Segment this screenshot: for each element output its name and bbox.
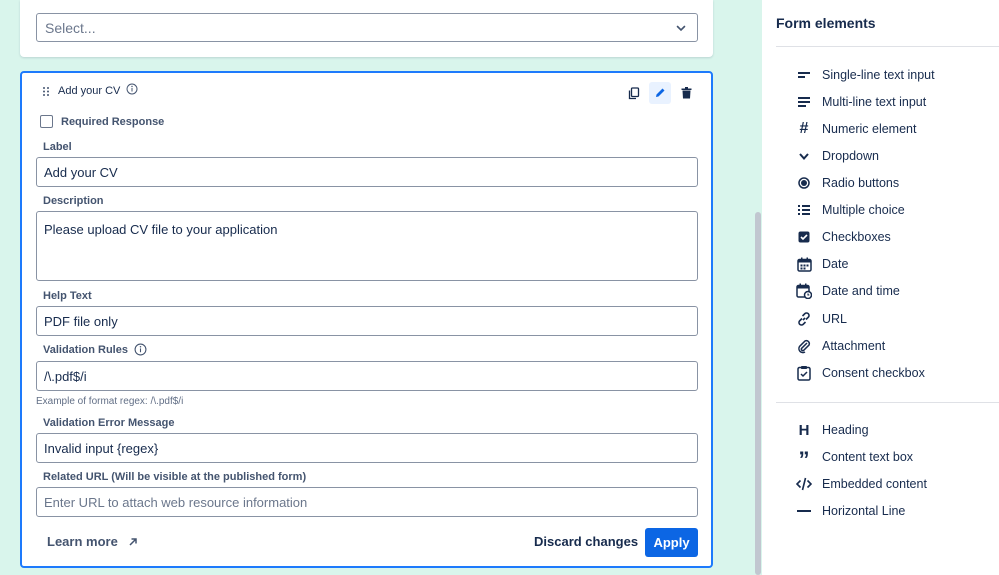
heading-icon: H — [796, 422, 812, 438]
element-date[interactable]: Date — [796, 256, 848, 272]
element-horizontal-line[interactable]: Horizontal Line — [796, 503, 905, 519]
learn-more-link[interactable]: Learn more — [47, 534, 138, 549]
delete-button[interactable] — [675, 82, 697, 104]
paperclip-icon — [796, 338, 812, 354]
error-message-input[interactable]: Invalid input {regex} — [36, 433, 698, 463]
element-checkboxes[interactable]: Checkboxes — [796, 229, 891, 245]
link-icon — [796, 311, 812, 327]
edit-button[interactable] — [649, 82, 671, 104]
label-title: Label — [43, 141, 72, 153]
panel-title: Form elements — [776, 15, 876, 31]
pencil-icon — [654, 87, 666, 99]
calendar-clock-icon — [796, 283, 812, 299]
required-checkbox[interactable] — [40, 115, 53, 128]
element-date-and-time[interactable]: Date and time — [796, 283, 900, 299]
attachment-field-editor: Add your CV — [20, 71, 713, 568]
quote-icon: ” — [796, 449, 812, 465]
horizontal-line-icon — [797, 509, 811, 513]
duplicate-button[interactable] — [623, 82, 645, 104]
field-actions — [623, 82, 697, 104]
external-link-icon — [128, 537, 138, 547]
validation-rules-title: Validation Rules — [43, 343, 147, 356]
discard-changes-button[interactable]: Discard changes — [534, 534, 638, 549]
scrollbar-thumb[interactable] — [755, 212, 761, 575]
element-multi-line-text[interactable]: Multi-line text input — [796, 94, 926, 110]
element-single-line-text[interactable]: Single-line text input — [796, 67, 935, 83]
copy-icon — [628, 87, 640, 100]
validation-hint: Example of format regex: /\.pdf$/i — [36, 396, 183, 407]
element-content-text-box[interactable]: ” Content text box — [796, 449, 913, 465]
element-radio-buttons[interactable]: Radio buttons — [796, 175, 899, 191]
help-text-input[interactable]: PDF file only — [36, 306, 698, 336]
panel-divider — [776, 46, 999, 47]
element-dropdown[interactable]: Dropdown — [796, 148, 879, 164]
select-placeholder: Select... — [45, 20, 96, 36]
element-heading[interactable]: H Heading — [796, 422, 869, 438]
related-url-input[interactable]: Enter URL to attach web resource informa… — [36, 487, 698, 517]
info-icon[interactable] — [126, 83, 138, 95]
element-consent-checkbox[interactable]: Consent checkbox — [796, 365, 925, 381]
trash-icon — [681, 87, 692, 99]
required-response-row[interactable]: Required Response — [40, 115, 164, 128]
list-icon — [797, 204, 811, 216]
error-message-title: Validation Error Message — [43, 417, 174, 429]
radio-icon — [798, 177, 810, 189]
element-multiple-choice[interactable]: Multiple choice — [796, 202, 905, 218]
dropdown-select[interactable]: Select... — [36, 13, 698, 42]
chevron-down-icon — [675, 22, 687, 34]
element-numeric[interactable]: # Numeric element — [796, 121, 916, 137]
description-title: Description — [43, 195, 104, 207]
code-icon — [796, 477, 812, 491]
description-textarea[interactable]: Please upload CV file to your applicatio… — [36, 211, 698, 281]
element-url[interactable]: URL — [796, 311, 847, 327]
chevron-down-icon — [798, 150, 810, 162]
checkbox-icon — [798, 231, 810, 243]
field-header: Add your CV — [42, 85, 138, 97]
hash-icon: # — [796, 121, 812, 137]
info-icon[interactable] — [134, 343, 147, 356]
form-canvas: Select... Add your CV — [0, 0, 762, 575]
apply-button[interactable]: Apply — [645, 528, 698, 557]
required-label: Required Response — [61, 116, 164, 128]
short-text-icon — [797, 70, 811, 80]
element-embedded-content[interactable]: Embedded content — [796, 476, 927, 492]
help-text-title: Help Text — [43, 290, 92, 302]
panel-divider — [776, 402, 999, 403]
form-elements-panel: Form elements Single-line text input Mul… — [762, 0, 999, 575]
validation-rules-input[interactable]: /\.pdf$/i — [36, 361, 698, 391]
field-title: Add your CV — [58, 85, 120, 97]
label-input[interactable]: Add your CV — [36, 157, 698, 187]
drag-handle-icon[interactable] — [42, 86, 50, 97]
calendar-icon — [797, 257, 812, 272]
dropdown-field-card[interactable]: Select... — [20, 0, 713, 57]
element-attachment[interactable]: Attachment — [796, 338, 885, 354]
clipboard-check-icon — [797, 365, 811, 381]
long-text-icon — [797, 96, 811, 108]
related-url-title: Related URL (Will be visible at the publ… — [43, 471, 306, 483]
